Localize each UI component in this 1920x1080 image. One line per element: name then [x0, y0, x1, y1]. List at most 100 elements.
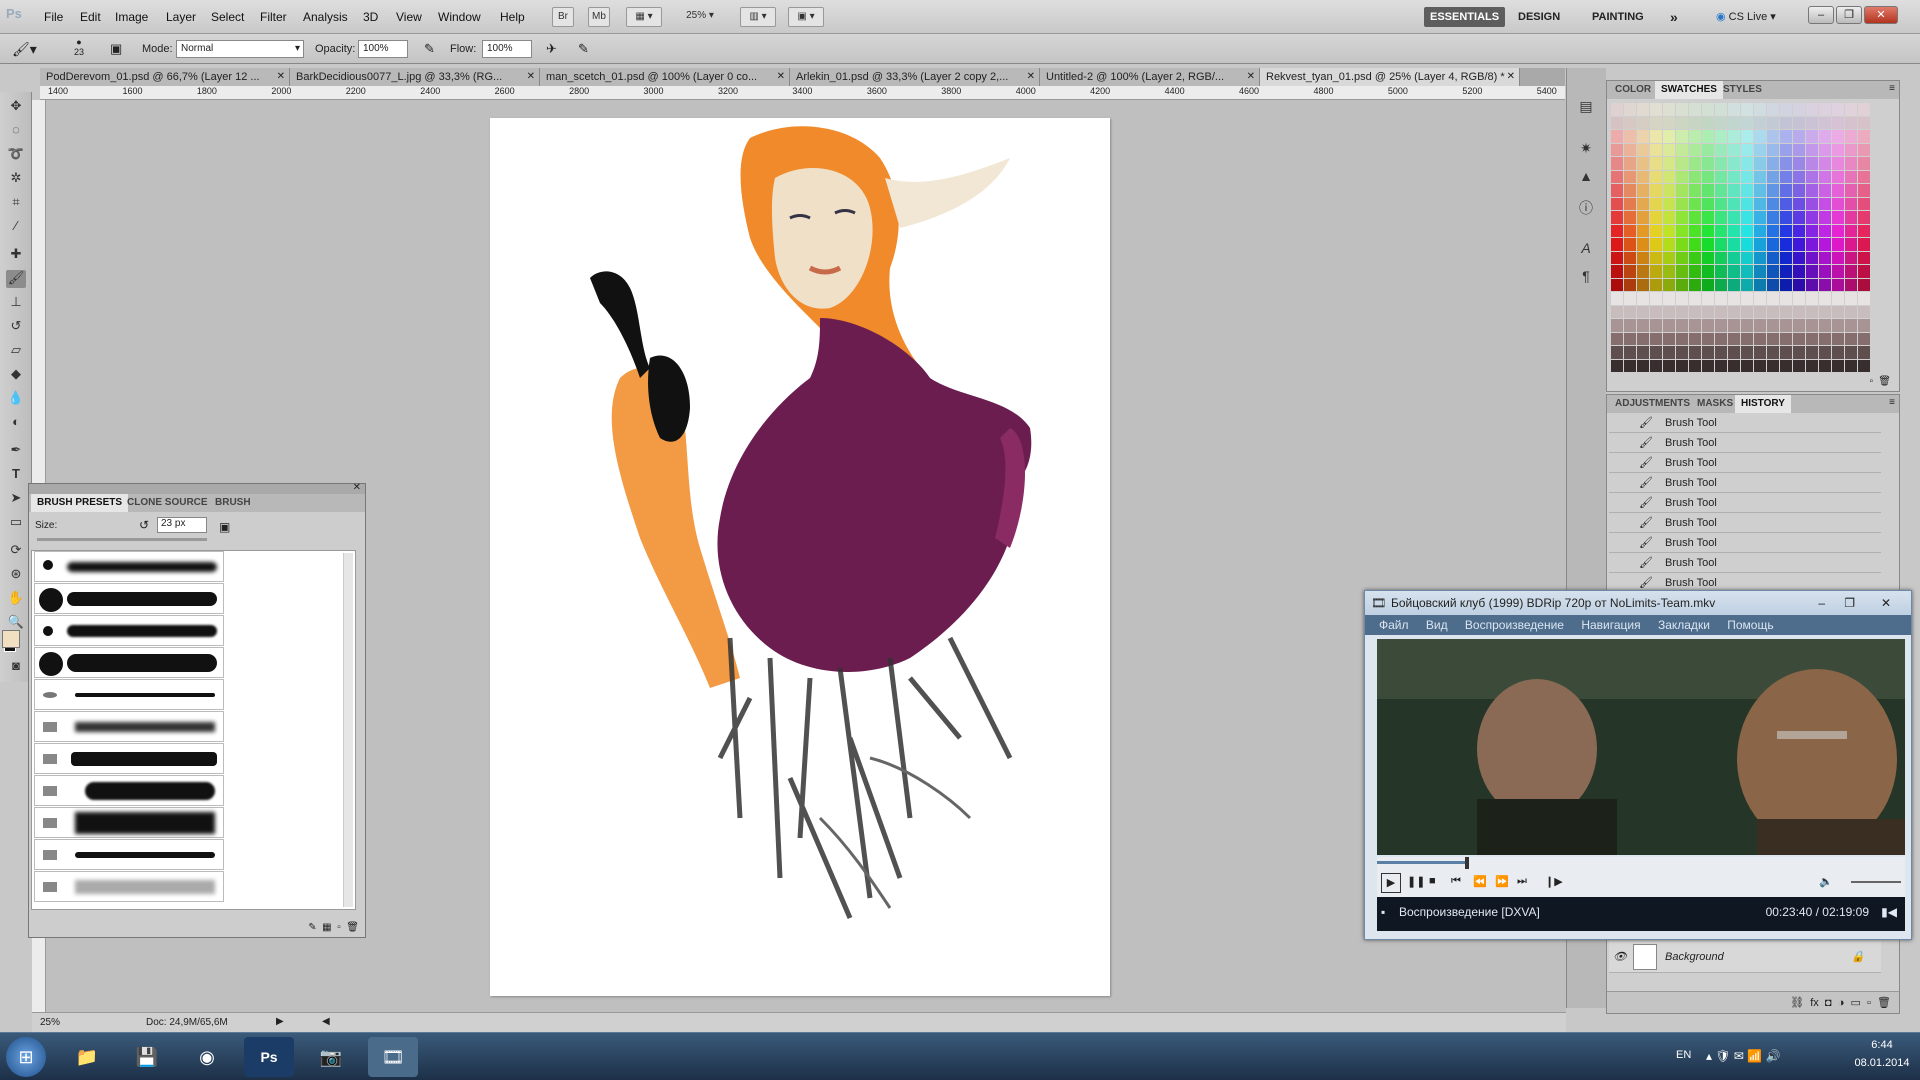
arrange-documents-button[interactable]: ▥ ▾: [740, 7, 776, 27]
new-layer-icon[interactable]: ▫: [1867, 997, 1871, 1009]
swatch-cell[interactable]: [1780, 224, 1792, 237]
swatch-cell[interactable]: [1689, 184, 1701, 197]
swatch-cell[interactable]: [1858, 184, 1870, 197]
vmenu-bookmarks[interactable]: Закладки: [1658, 618, 1710, 632]
swatch-cell[interactable]: [1806, 197, 1818, 210]
swatch-cell[interactable]: [1728, 238, 1740, 251]
swatch-cell[interactable]: [1806, 278, 1818, 291]
history-item[interactable]: 🖌 Brush Tool: [1609, 413, 1881, 433]
swatch-cell[interactable]: [1702, 143, 1714, 156]
swatch-cell[interactable]: [1793, 359, 1805, 372]
swatch-cell[interactable]: [1663, 103, 1675, 116]
swatch-cell[interactable]: [1767, 184, 1779, 197]
swatch-cell[interactable]: [1806, 184, 1818, 197]
swatch-cell[interactable]: [1611, 332, 1623, 345]
brush-preset-item[interactable]: [34, 679, 224, 710]
brush-preset-item[interactable]: [34, 775, 224, 806]
swatch-cell[interactable]: [1689, 197, 1701, 210]
new-group-icon[interactable]: ▭: [1850, 997, 1860, 1009]
swatch-cell[interactable]: [1624, 359, 1636, 372]
swatch-cell[interactable]: [1754, 143, 1766, 156]
app-minimize-button[interactable]: –: [1808, 6, 1834, 24]
swatch-cell[interactable]: [1650, 143, 1662, 156]
swatch-cell[interactable]: [1741, 116, 1753, 129]
explorer-taskbar-icon[interactable]: 📁: [62, 1037, 112, 1077]
fx-icon[interactable]: fx: [1810, 997, 1819, 1009]
swatch-cell[interactable]: [1663, 251, 1675, 264]
swatch-cell[interactable]: [1793, 265, 1805, 278]
menu-select[interactable]: Select: [211, 10, 244, 24]
swatch-cell[interactable]: [1611, 197, 1623, 210]
add-mask-icon[interactable]: ◘: [1825, 997, 1832, 1009]
screen-mode-button[interactable]: ▣ ▾: [788, 7, 824, 27]
history-item[interactable]: 🖌 Brush Tool: [1609, 473, 1881, 493]
swatch-cell[interactable]: [1728, 359, 1740, 372]
pause-button[interactable]: ❚❚: [1407, 875, 1425, 888]
swatch-cell[interactable]: [1611, 157, 1623, 170]
swatch-cell[interactable]: [1793, 211, 1805, 224]
close-icon[interactable]: ✕: [1027, 68, 1035, 86]
swatch-cell[interactable]: [1806, 319, 1818, 332]
swatch-cell[interactable]: [1754, 346, 1766, 359]
new-preset-icon[interactable]: ▫: [337, 922, 341, 933]
swatch-cell[interactable]: [1689, 143, 1701, 156]
tab-document-5[interactable]: Untitled-2 @ 100% (Layer 2, RGB/... ✕: [1040, 68, 1260, 86]
tab-brush-presets[interactable]: BRUSH PRESETS: [31, 494, 129, 512]
swatch-cell[interactable]: [1637, 130, 1649, 143]
swatch-cell[interactable]: [1715, 359, 1727, 372]
brush-preset-item[interactable]: [34, 551, 224, 582]
swatch-cell[interactable]: [1624, 211, 1636, 224]
crop-tool-icon[interactable]: ⌗: [6, 194, 26, 212]
swatch-cell[interactable]: [1819, 265, 1831, 278]
swatch-cell[interactable]: [1806, 157, 1818, 170]
video-player-titlebar[interactable]: 🎞 Бойцовский клуб (1999) BDRip 720p от N…: [1365, 591, 1911, 615]
swatch-cell[interactable]: [1819, 305, 1831, 318]
swatch-cell[interactable]: [1832, 319, 1844, 332]
brush-preset-item[interactable]: [34, 583, 224, 614]
swatch-cell[interactable]: [1741, 319, 1753, 332]
stop-button[interactable]: ■: [1429, 875, 1436, 887]
brush-preset-item[interactable]: [34, 711, 224, 742]
swatch-cell[interactable]: [1728, 130, 1740, 143]
swatch-cell[interactable]: [1624, 265, 1636, 278]
swatch-cell[interactable]: [1637, 184, 1649, 197]
status-arrow-icon[interactable]: ▶: [276, 1016, 284, 1027]
swatch-cell[interactable]: [1624, 170, 1636, 183]
swatch-cell[interactable]: [1689, 319, 1701, 332]
bridge-button[interactable]: Br: [552, 7, 574, 27]
swatch-cell[interactable]: [1793, 116, 1805, 129]
swatch-cell[interactable]: [1806, 130, 1818, 143]
swatch-cell[interactable]: [1832, 170, 1844, 183]
play-button[interactable]: ▶: [1381, 873, 1401, 893]
swatch-cell[interactable]: [1715, 278, 1727, 291]
swatch-cell[interactable]: [1676, 184, 1688, 197]
swatch-cell[interactable]: [1754, 116, 1766, 129]
swatch-cell[interactable]: [1806, 359, 1818, 372]
swatch-cell[interactable]: [1806, 211, 1818, 224]
swatch-cell[interactable]: [1793, 184, 1805, 197]
swatch-cell[interactable]: [1637, 116, 1649, 129]
swatch-cell[interactable]: [1624, 319, 1636, 332]
dodge-tool-icon[interactable]: ◐: [6, 414, 26, 432]
history-item[interactable]: 🖌 Brush Tool: [1609, 453, 1881, 473]
swatch-cell[interactable]: [1663, 265, 1675, 278]
swatch-cell[interactable]: [1663, 143, 1675, 156]
flow-input[interactable]: 100%: [482, 40, 532, 58]
swatch-cell[interactable]: [1689, 359, 1701, 372]
view-extras-button[interactable]: ▦ ▾: [626, 7, 662, 27]
swatch-cell[interactable]: [1624, 292, 1636, 305]
swatch-cell[interactable]: [1845, 305, 1857, 318]
swatch-cell[interactable]: [1689, 251, 1701, 264]
swatch-cell[interactable]: [1650, 116, 1662, 129]
swatch-cell[interactable]: [1858, 157, 1870, 170]
swatch-cell[interactable]: [1845, 103, 1857, 116]
swatch-cell[interactable]: [1715, 346, 1727, 359]
swatch-cell[interactable]: [1845, 130, 1857, 143]
camera-taskbar-icon[interactable]: 📷: [306, 1037, 356, 1077]
swatch-cell[interactable]: [1806, 103, 1818, 116]
swatch-cell[interactable]: [1624, 224, 1636, 237]
zoom-level-dropdown[interactable]: 25% ▾: [676, 7, 724, 27]
swatch-cell[interactable]: [1702, 103, 1714, 116]
swatch-cell[interactable]: [1845, 278, 1857, 291]
swatch-cell[interactable]: [1780, 332, 1792, 345]
